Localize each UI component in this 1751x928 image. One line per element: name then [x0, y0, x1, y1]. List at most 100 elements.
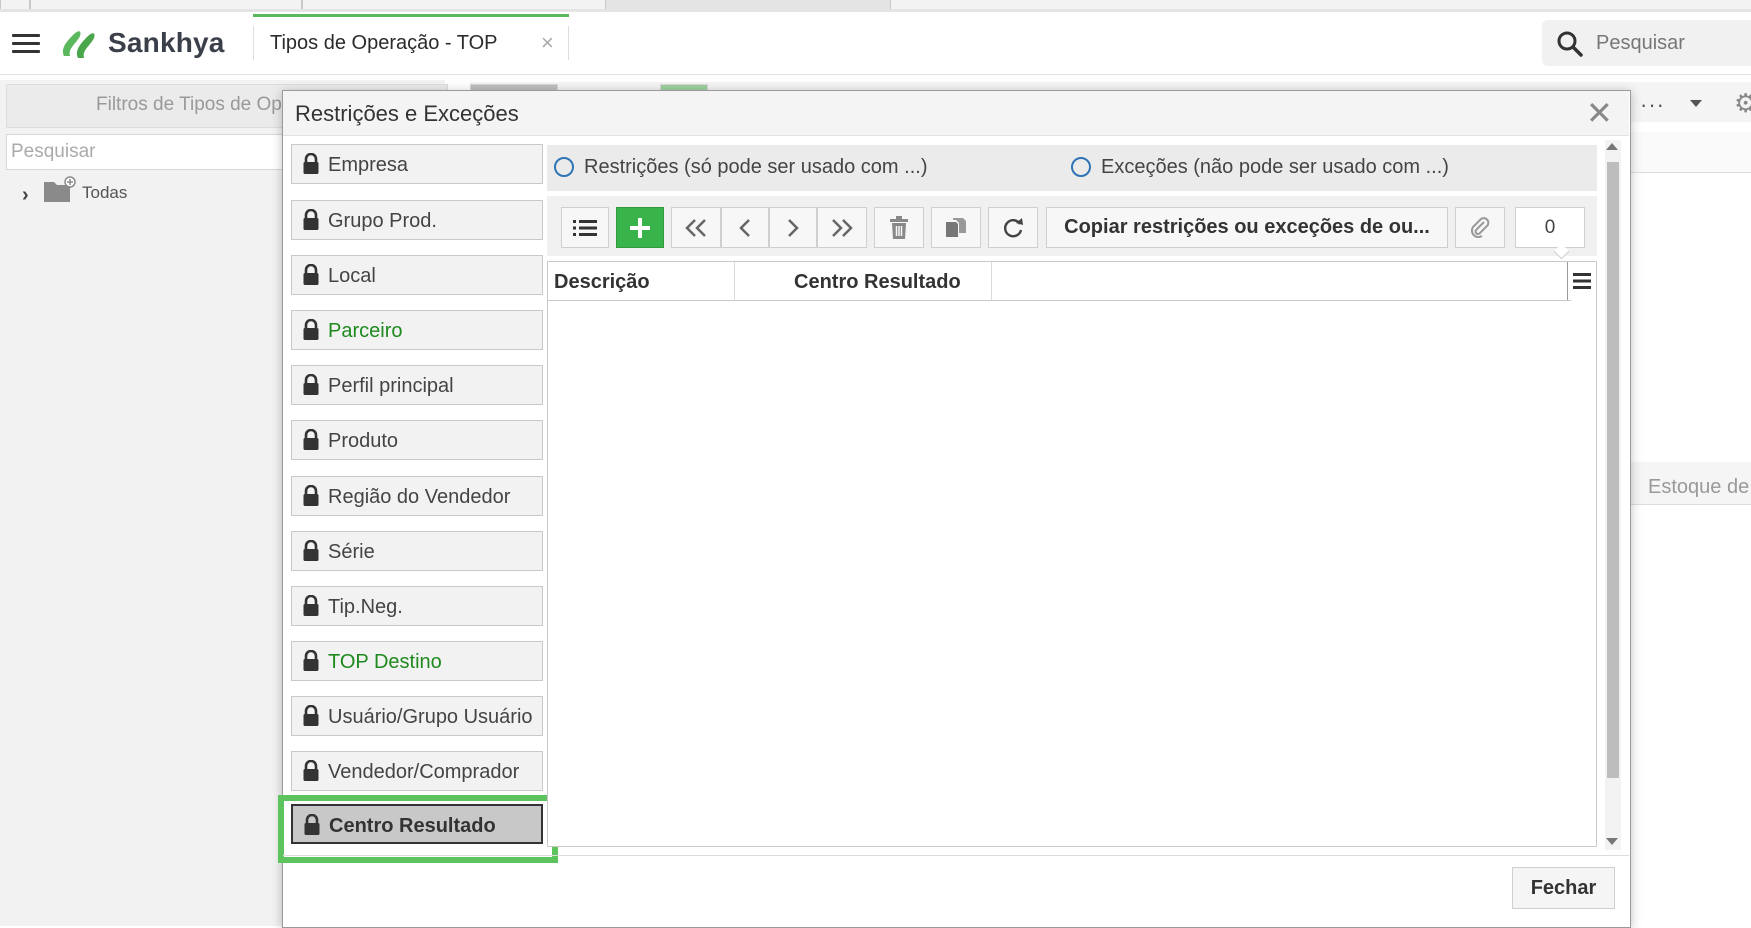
- delete-button[interactable]: [874, 207, 924, 248]
- duplicate-button[interactable]: [931, 207, 981, 248]
- double-chevron-left-icon: [685, 218, 706, 237]
- category-button[interactable]: Empresa: [291, 144, 543, 184]
- gear-icon[interactable]: ⚙: [1734, 88, 1751, 119]
- tree-item-todas[interactable]: Todas: [82, 183, 127, 203]
- category-button[interactable]: Tip.Neg.: [291, 586, 543, 626]
- more-options-icon[interactable]: ···: [1640, 92, 1665, 118]
- list-icon: [573, 219, 597, 236]
- category-button-label: Perfil principal: [328, 375, 454, 397]
- category-button[interactable]: Grupo Prod.: [291, 200, 543, 240]
- filters-search-placeholder: Pesquisar: [11, 141, 96, 162]
- dialog-title: Restrições e Exceções: [295, 101, 519, 126]
- last-record-button[interactable]: [817, 207, 867, 248]
- hamburger-menu-icon[interactable]: [12, 34, 40, 54]
- radio-excecoes-label[interactable]: Exceções (não pode ser usado com ...): [1101, 156, 1449, 179]
- browser-tab[interactable]: [302, 0, 606, 9]
- browser-tab[interactable]: [30, 0, 302, 9]
- scroll-up-arrow-icon[interactable]: [1606, 143, 1618, 150]
- dialog-footer-divider: [283, 855, 1629, 856]
- category-button-label: Local: [328, 265, 376, 287]
- lock-icon: [302, 704, 320, 733]
- tab-divider: [568, 26, 569, 60]
- refresh-icon: [1004, 217, 1023, 237]
- results-grid[interactable]: [547, 261, 1597, 847]
- grid-header-row: [548, 262, 1571, 301]
- radio-restricoes[interactable]: [554, 157, 574, 177]
- category-button-label: Tip.Neg.: [328, 596, 403, 618]
- column-header-centro-resultado[interactable]: Centro Resultado: [794, 271, 961, 294]
- lock-icon: [302, 594, 320, 623]
- category-button[interactable]: Vendedor/Comprador: [291, 751, 543, 791]
- category-button-label: Empresa: [328, 154, 409, 176]
- lock-icon: [302, 539, 320, 568]
- lock-icon: [302, 373, 320, 402]
- sankhya-logo-icon: [58, 26, 104, 67]
- category-button[interactable]: Parceiro: [291, 310, 543, 350]
- next-record-button[interactable]: [769, 207, 817, 248]
- lock-icon: [302, 649, 320, 678]
- folder-add-icon: [42, 176, 76, 209]
- category-button-label: Parceiro: [328, 320, 403, 342]
- lock-icon: [302, 318, 320, 347]
- attachment-count: 0: [1515, 207, 1585, 248]
- dropdown-caret-icon[interactable]: [1690, 100, 1702, 107]
- dialog-scrollbar-thumb[interactable]: [1607, 162, 1619, 778]
- copy-restrictions-button[interactable]: Copiar restrições ou exceções de ou...: [1046, 207, 1448, 248]
- category-button-label: Produto: [328, 430, 399, 452]
- lock-icon: [302, 484, 320, 513]
- trash-icon: [890, 215, 908, 239]
- category-button-label: Grupo Prod.: [328, 210, 437, 232]
- column-divider[interactable]: [734, 262, 735, 300]
- background-tab-estoque-label: Estoque de: [1648, 476, 1750, 498]
- double-chevron-right-icon: [832, 218, 853, 237]
- copy-icon: [946, 217, 966, 237]
- category-button[interactable]: Região do Vendedor: [291, 476, 543, 516]
- category-button[interactable]: Produto: [291, 420, 543, 460]
- column-menu-icon[interactable]: [1572, 272, 1592, 295]
- radio-restricoes-label[interactable]: Restrições (só pode ser usado com ...): [584, 156, 927, 179]
- global-search-placeholder: Pesquisar: [1596, 32, 1685, 54]
- chevron-right-icon: [788, 218, 799, 237]
- column-header-descricao[interactable]: Descrição: [554, 271, 650, 294]
- search-icon[interactable]: [1556, 30, 1584, 63]
- column-divider[interactable]: [991, 262, 992, 300]
- filters-title: Filtros de Tipos de Op: [96, 94, 282, 115]
- background-panel-row: [1630, 132, 1751, 173]
- attachment-button[interactable]: [1455, 207, 1505, 248]
- tab-divider: [253, 26, 254, 60]
- lock-icon: [302, 428, 320, 457]
- category-button-label: Região do Vendedor: [328, 486, 511, 508]
- lock-icon: [302, 759, 320, 788]
- chevron-right-icon[interactable]: ›: [22, 184, 29, 207]
- category-button[interactable]: Usuário/Grupo Usuário: [291, 696, 543, 736]
- previous-record-button[interactable]: [721, 207, 769, 248]
- scroll-down-arrow-icon[interactable]: [1606, 838, 1618, 845]
- plus-icon: [630, 217, 650, 238]
- category-button-label: TOP Destino: [328, 651, 442, 673]
- category-button[interactable]: Perfil principal: [291, 365, 543, 405]
- close-dialog-button[interactable]: Fechar: [1512, 867, 1615, 909]
- chevron-left-icon: [739, 218, 750, 237]
- first-record-button[interactable]: [671, 207, 721, 248]
- list-view-button[interactable]: [561, 207, 609, 248]
- lock-icon: [302, 263, 320, 292]
- selection-highlight-ring: [278, 795, 558, 863]
- lock-icon: [302, 208, 320, 237]
- category-button[interactable]: TOP Destino: [291, 641, 543, 681]
- category-button[interactable]: Local: [291, 255, 543, 295]
- category-button-label: Usuário/Grupo Usuário: [328, 706, 533, 728]
- column-divider: [1567, 262, 1568, 300]
- browser-tab[interactable]: [890, 0, 1751, 9]
- brand-name: Sankhya: [108, 27, 225, 58]
- paperclip-icon: [1470, 216, 1490, 238]
- tab-title[interactable]: Tipos de Operação - TOP: [270, 32, 498, 55]
- tab-close-icon[interactable]: ×: [541, 30, 554, 56]
- category-button-label: Vendedor/Comprador: [328, 761, 520, 783]
- refresh-button[interactable]: [988, 207, 1038, 248]
- radio-excecoes[interactable]: [1071, 157, 1091, 177]
- browser-tab[interactable]: [0, 0, 30, 9]
- lock-icon: [302, 152, 320, 181]
- category-button[interactable]: Série: [291, 531, 543, 571]
- add-button[interactable]: [616, 207, 664, 248]
- dialog-close-icon[interactable]: ✕: [1586, 97, 1613, 129]
